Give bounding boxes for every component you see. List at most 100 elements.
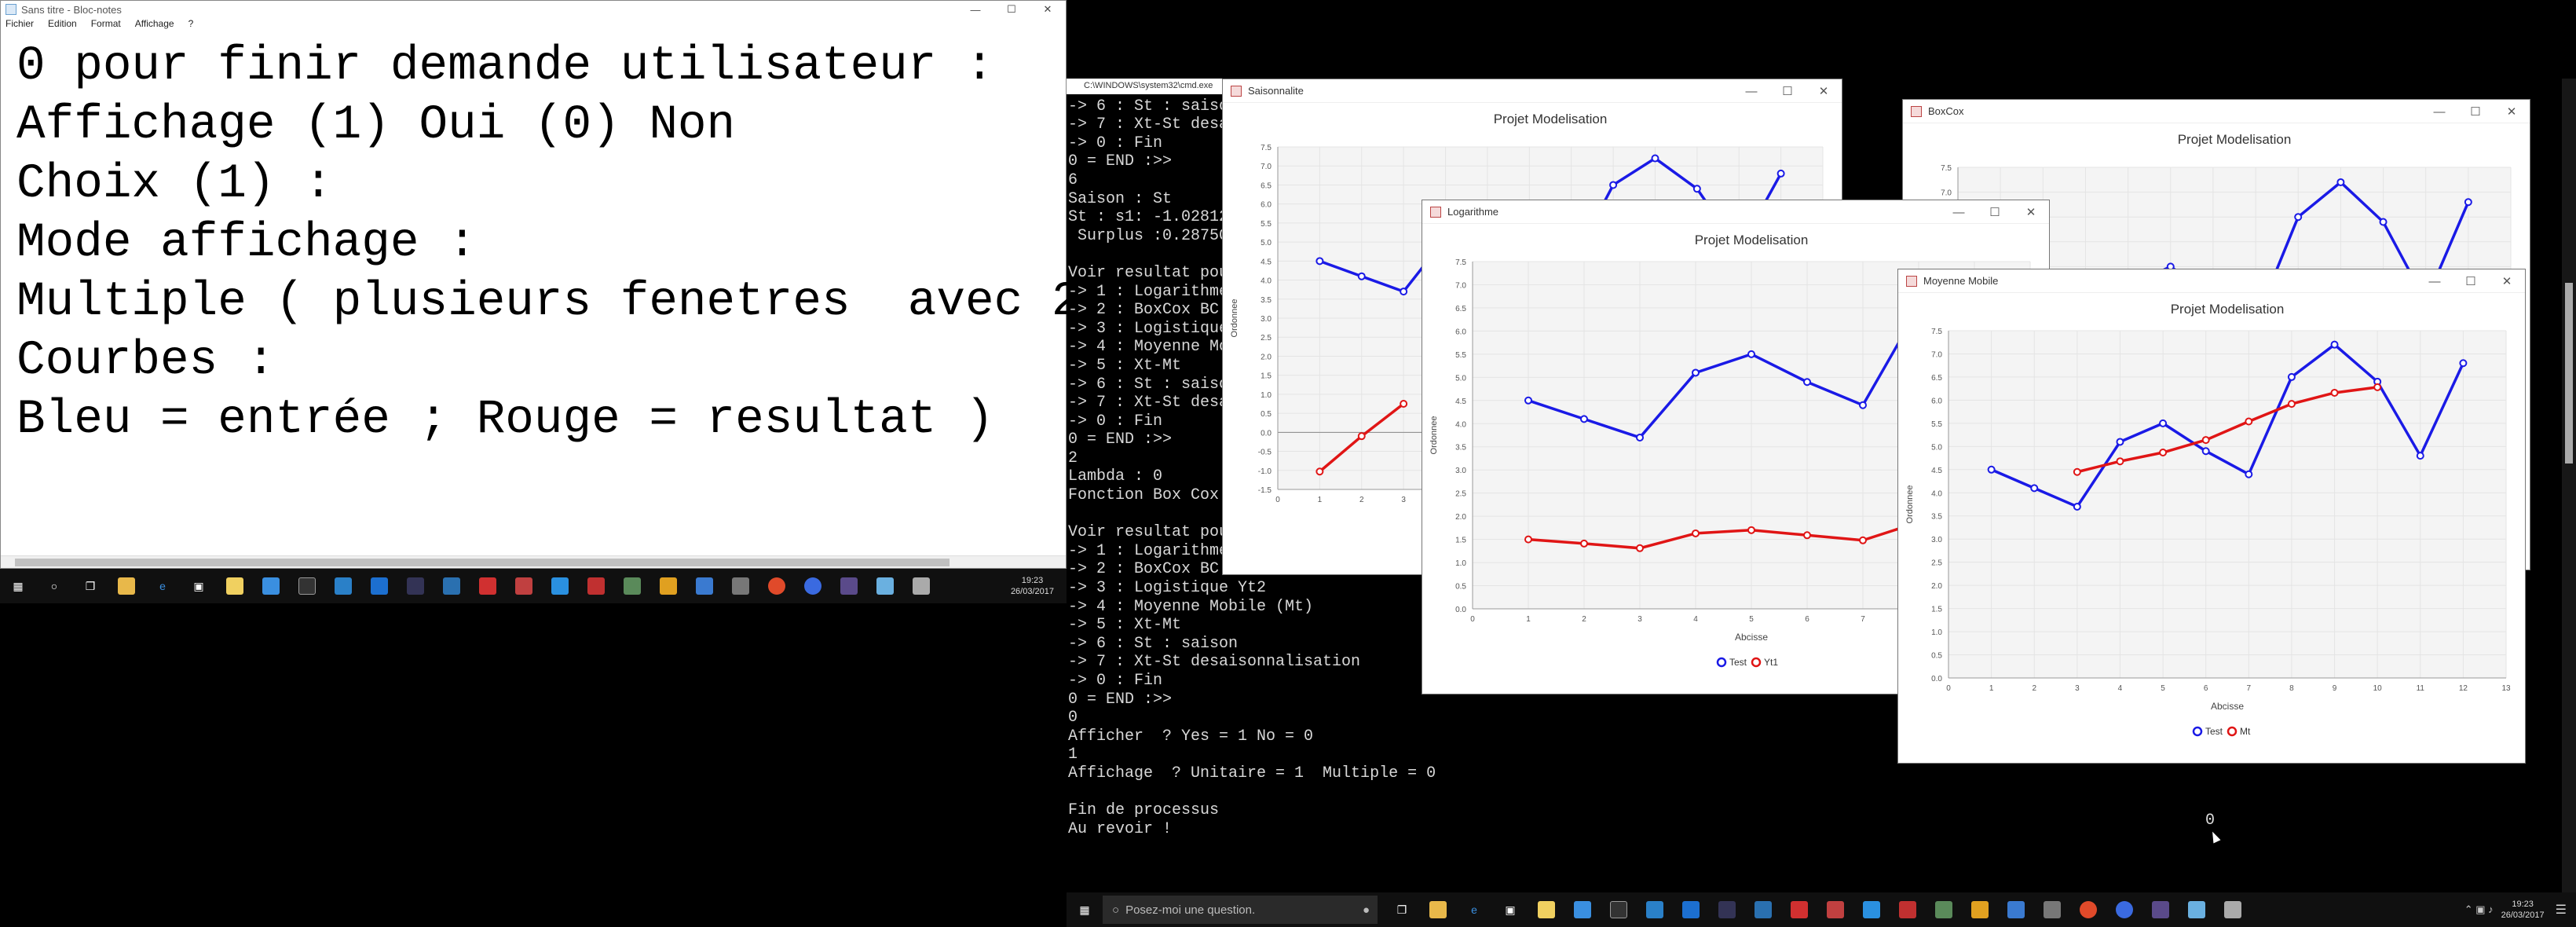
app-icon[interactable] — [1682, 901, 1700, 918]
app-icon[interactable] — [2188, 901, 2205, 918]
app-icon[interactable] — [479, 577, 496, 595]
legend-label: Mt — [2240, 726, 2251, 737]
file-explorer-icon[interactable] — [1429, 901, 1447, 918]
task-view-icon[interactable]: ❐ — [82, 577, 99, 595]
taskbar-clock[interactable]: 19:23 26/03/2017 — [1011, 575, 1054, 597]
taskbar-search-box[interactable]: ○ Posez-moi une question. ● — [1103, 896, 1378, 924]
app-icon[interactable] — [1755, 901, 1772, 918]
app-icon[interactable] — [2152, 901, 2169, 918]
app-icon[interactable] — [1718, 901, 1736, 918]
menu-affichage[interactable]: Affichage — [135, 18, 174, 32]
folder-icon[interactable] — [226, 577, 243, 595]
console-titlebar[interactable]: C:\WINDOWS\system32\cmd.exe — [1067, 79, 1224, 94]
close-icon[interactable]: ✕ — [2013, 200, 2049, 224]
edge-icon[interactable]: e — [154, 577, 171, 595]
app-icon[interactable] — [407, 577, 424, 595]
y-tick-label: 3.5 — [1455, 444, 1466, 453]
java-icon[interactable] — [913, 577, 930, 595]
taskbar-clock[interactable]: 19:23 26/03/2017 — [2501, 899, 2545, 921]
minimize-icon[interactable]: — — [2421, 100, 2457, 123]
app-icon[interactable] — [804, 577, 821, 595]
maximize-icon[interactable]: ☐ — [1977, 200, 2013, 224]
close-icon[interactable]: ✕ — [2494, 100, 2530, 123]
notepad-horizontal-scrollbar[interactable] — [1, 555, 1066, 568]
minimize-icon[interactable]: — — [957, 1, 993, 18]
minimize-icon[interactable]: — — [1733, 79, 1769, 103]
notepad-text-area[interactable]: 0 pour finir demande utilisateur : Affich… — [16, 37, 1080, 449]
app-icon[interactable] — [696, 577, 713, 595]
menu-fichier[interactable]: Fichier — [5, 18, 34, 32]
app-icon[interactable] — [1935, 901, 1952, 918]
edge-icon[interactable]: e — [1465, 901, 1483, 918]
maximize-icon[interactable]: ☐ — [2453, 269, 2489, 293]
notepad-window[interactable]: Sans titre - Bloc-notes — ☐ ✕ Fichier Ed… — [0, 0, 1080, 569]
clock-date: 26/03/2017 — [1010, 587, 1054, 596]
cortana-icon[interactable]: ○ — [46, 577, 63, 595]
data-point — [2201, 436, 2210, 445]
x-tick-label: 1 — [1526, 615, 1531, 624]
console-line: -> 7 : Xt-St desaisonnalisation — [1068, 653, 1361, 672]
maximize-icon[interactable]: ☐ — [993, 1, 1030, 18]
windows-start-icon[interactable]: ▦ — [1076, 901, 1093, 918]
app-icon[interactable] — [1971, 901, 1989, 918]
java-icon[interactable] — [2224, 901, 2241, 918]
chrome-icon[interactable] — [768, 577, 785, 595]
maximize-icon[interactable]: ☐ — [2457, 100, 2494, 123]
store-icon[interactable]: ▣ — [190, 577, 207, 595]
x-tick-label: 4 — [1693, 615, 1698, 624]
x-tick-label: 12 — [2459, 684, 2468, 693]
app-icon[interactable] — [1791, 901, 1808, 918]
close-icon[interactable]: ✕ — [1806, 79, 1842, 103]
microphone-icon[interactable]: ● — [1363, 903, 1370, 917]
app-icon[interactable] — [2007, 901, 2025, 918]
notepad-titlebar[interactable]: Sans titre - Bloc-notes — [1, 1, 1066, 18]
chrome-icon[interactable] — [2080, 901, 2097, 918]
file-explorer-icon[interactable] — [118, 577, 135, 595]
menu-format[interactable]: Format — [91, 18, 121, 32]
notification-icon[interactable]: ☰ — [2556, 902, 2567, 918]
mail-icon[interactable] — [1574, 901, 1591, 918]
cmd-icon[interactable] — [298, 577, 316, 595]
close-icon[interactable]: ✕ — [2489, 269, 2525, 293]
store-icon[interactable]: ▣ — [1502, 901, 1519, 918]
task-view-icon[interactable]: ❐ — [1393, 901, 1411, 918]
search-icon: ○ — [1112, 903, 1120, 917]
scrollbar-thumb[interactable] — [15, 559, 950, 566]
app-icon[interactable] — [624, 577, 641, 595]
app-icon[interactable] — [840, 577, 858, 595]
x-tick-label: 7 — [1861, 615, 1865, 624]
app-icon[interactable] — [587, 577, 605, 595]
folder-icon[interactable] — [1538, 901, 1555, 918]
console-vertical-scrollbar[interactable] — [2562, 79, 2576, 903]
close-icon[interactable]: ✕ — [1030, 1, 1066, 18]
cmd-icon[interactable] — [1610, 901, 1627, 918]
menu-help[interactable]: ? — [188, 18, 194, 32]
minimize-icon[interactable]: — — [2417, 269, 2453, 293]
app-icon[interactable] — [515, 577, 532, 595]
app-icon[interactable] — [876, 577, 894, 595]
app-icon[interactable] — [1827, 901, 1844, 918]
maximize-icon[interactable]: ☐ — [1769, 79, 1806, 103]
chart-window-moyenne-mobile[interactable]: Moyenne Mobile — ☐ ✕ Projet Modelisation 0.… — [1897, 269, 2526, 764]
app-icon[interactable] — [732, 577, 749, 595]
x-tick-label: 3 — [2075, 684, 2080, 693]
app-icon[interactable] — [371, 577, 388, 595]
app-icon[interactable] — [443, 577, 460, 595]
chart-svg: Projet Modelisation 0.0 0.5 1.0 1.5 2.0 2.5 3.0… — [1905, 302, 2511, 737]
y-axis-label: Ordonnee — [1429, 416, 1439, 455]
scrollbar-thumb[interactable] — [2565, 283, 2573, 464]
app-icon[interactable] — [2044, 901, 2061, 918]
minimize-icon[interactable]: — — [1941, 200, 1977, 224]
windows-start-icon[interactable]: ▦ — [9, 577, 27, 595]
mail-icon[interactable] — [262, 577, 280, 595]
menu-edition[interactable]: Edition — [48, 18, 77, 32]
app-icon[interactable] — [551, 577, 569, 595]
app-icon[interactable] — [660, 577, 677, 595]
app-icon[interactable] — [1646, 901, 1663, 918]
app-icon[interactable] — [1863, 901, 1880, 918]
app-icon[interactable] — [335, 577, 352, 595]
system-tray-icons[interactable]: ⌃ ▣ ♪ — [2464, 903, 2494, 916]
app-icon[interactable] — [2116, 901, 2133, 918]
app-icon[interactable] — [1899, 901, 1916, 918]
y-tick-label: 4.5 — [1261, 258, 1272, 266]
